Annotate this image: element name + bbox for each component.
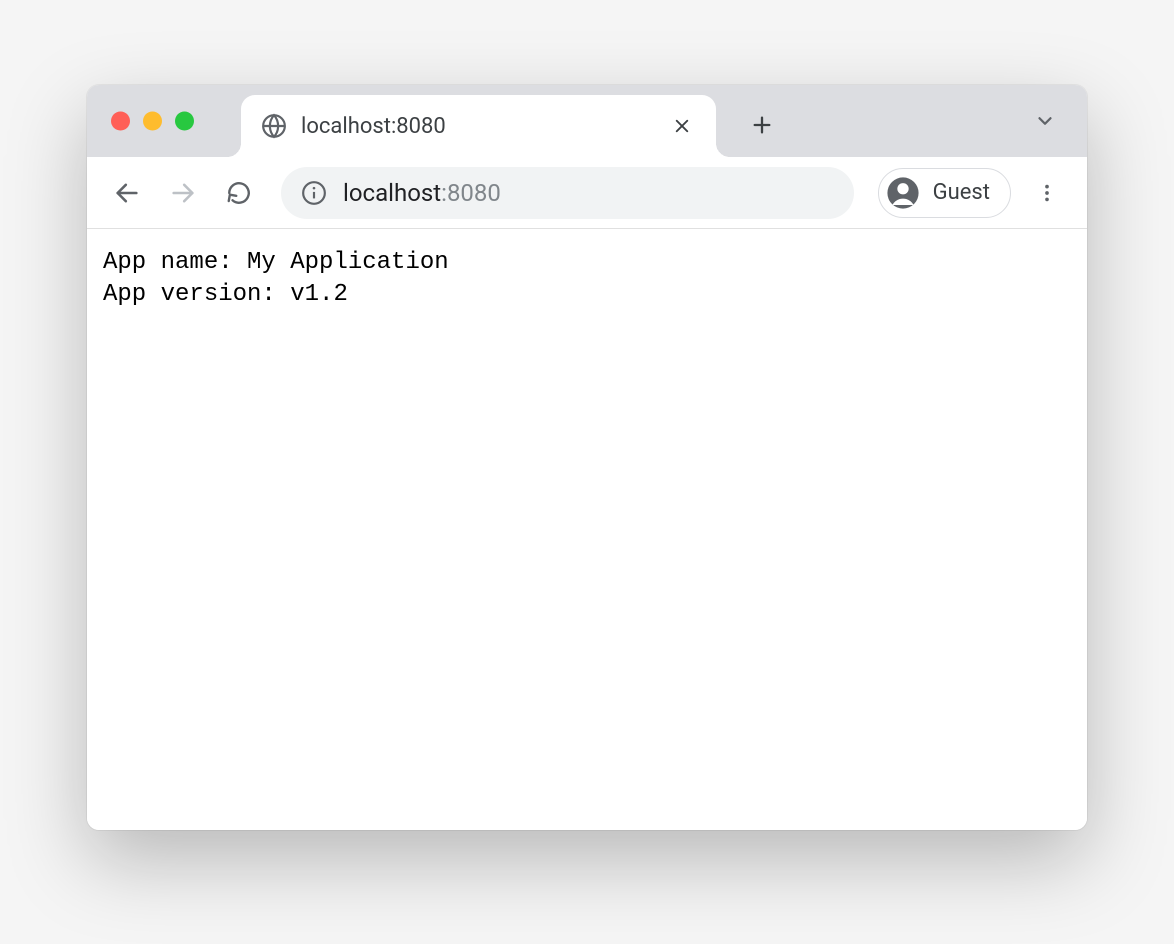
page-content: App name: My Application App version: v1… — [87, 229, 1087, 830]
profile-label: Guest — [933, 180, 990, 205]
browser-window: localhost:8080 — [87, 85, 1087, 830]
window-maximize-button[interactable] — [175, 112, 194, 131]
window-minimize-button[interactable] — [143, 112, 162, 131]
url-text: localhost:8080 — [343, 179, 501, 207]
back-button[interactable] — [103, 169, 151, 217]
app-version-line: App version: v1.2 — [103, 281, 348, 308]
browser-tab[interactable]: localhost:8080 — [241, 95, 716, 157]
window-controls — [111, 112, 194, 131]
avatar-icon — [885, 175, 921, 211]
menu-button[interactable] — [1023, 169, 1071, 217]
globe-icon — [261, 113, 287, 139]
tabs-dropdown-button[interactable] — [1027, 103, 1063, 139]
address-bar[interactable]: localhost:8080 — [281, 167, 854, 219]
site-info-icon[interactable] — [301, 180, 327, 206]
reload-button[interactable] — [215, 169, 263, 217]
toolbar: localhost:8080 Guest — [87, 157, 1087, 229]
tab-title: localhost:8080 — [301, 114, 656, 139]
tab-close-button[interactable] — [668, 112, 696, 140]
app-name-line: App name: My Application — [103, 249, 449, 276]
new-tab-button[interactable] — [740, 103, 784, 147]
forward-button[interactable] — [159, 169, 207, 217]
tab-strip: localhost:8080 — [87, 85, 1087, 157]
window-close-button[interactable] — [111, 112, 130, 131]
profile-chip[interactable]: Guest — [878, 168, 1011, 218]
page-body-text: App name: My Application App version: v1… — [103, 247, 1071, 312]
url-host: localhost — [343, 179, 441, 207]
url-port: :8080 — [441, 179, 501, 207]
